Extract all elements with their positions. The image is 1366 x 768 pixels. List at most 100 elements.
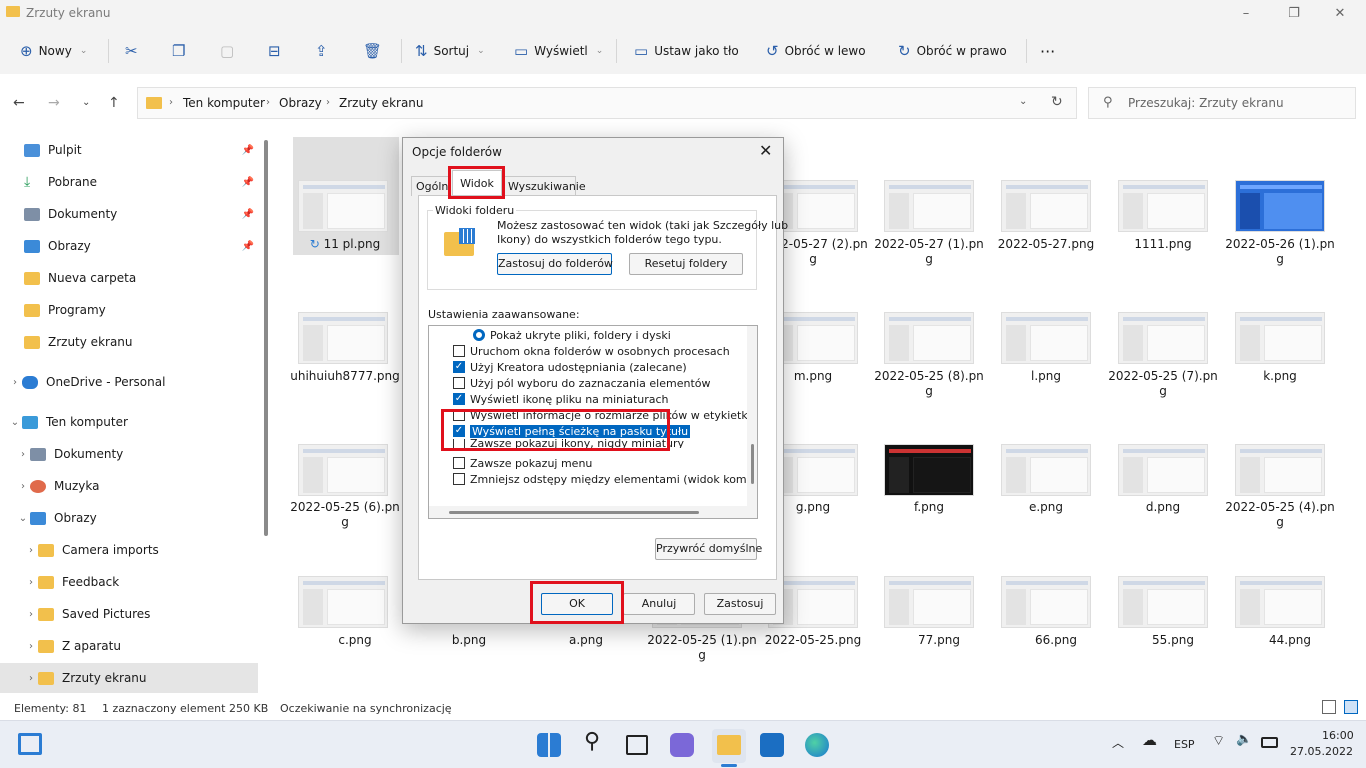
chat-icon[interactable] [670, 733, 694, 757]
tray-overflow-button[interactable]: ︿ [1112, 734, 1124, 751]
file-thumbnail[interactable] [1235, 444, 1325, 496]
set-background-button[interactable]: ▭ Ustaw jako tło [634, 28, 739, 74]
minimize-button[interactable]: – [1231, 4, 1261, 24]
sidebar-item-dokumenty[interactable]: Dokumenty 📌 [0, 199, 258, 229]
sidebar-item-ten-komputer[interactable]: ⌄ Ten komputer [0, 407, 258, 437]
sidebar-scrollbar[interactable] [264, 140, 268, 536]
language-indicator[interactable]: ESP [1174, 738, 1195, 751]
option-separate-process[interactable]: Uruchom okna folderów w osobnych procesa… [429, 343, 730, 359]
sidebar-item-saved-pictures[interactable]: › Saved Pictures [0, 599, 258, 629]
option-show-hidden[interactable]: Pokaż ukryte pliki, foldery i dyski [429, 327, 671, 343]
copy-button[interactable]: ❐ [172, 28, 185, 74]
tiles-view-button[interactable] [1344, 700, 1358, 714]
file-thumbnail[interactable] [884, 180, 974, 232]
edge-icon[interactable] [805, 733, 829, 757]
file-thumbnail[interactable] [884, 444, 974, 496]
delete-button[interactable]: 🗑 [363, 28, 382, 74]
checkbox-checked[interactable]: ✓ [453, 361, 465, 373]
new-button[interactable]: ⊕ Nowy ⌄ [20, 28, 87, 74]
dialog-close-button[interactable]: ✕ [759, 141, 772, 160]
speaker-muted-icon[interactable]: 🔈 [1236, 732, 1252, 747]
onedrive-icon[interactable]: ☁ [1142, 731, 1157, 749]
maximize-button[interactable]: ❐ [1279, 4, 1309, 24]
widgets-icon[interactable] [18, 733, 42, 755]
details-view-button[interactable] [1322, 700, 1336, 714]
sidebar-item-z-aparatu[interactable]: › Z aparatu [0, 631, 258, 661]
radio-selected[interactable] [473, 329, 485, 341]
file-thumbnail[interactable] [1118, 312, 1208, 364]
tab-general[interactable]: Ogólne [411, 176, 451, 196]
task-view-icon[interactable] [626, 735, 648, 755]
up-button[interactable]: ↑ [108, 95, 120, 111]
back-button[interactable]: ← [13, 95, 25, 111]
checkbox[interactable] [453, 345, 465, 357]
view-button[interactable]: ▭ Wyświetl ⌄ [514, 28, 603, 74]
file-thumbnail[interactable] [298, 576, 388, 628]
option-checkboxes[interactable]: Użyj pól wyboru do zaznaczania elementów [429, 375, 711, 391]
breadcrumb-ten-komputer[interactable]: Ten komputer [183, 96, 265, 110]
reset-folders-button[interactable]: Resetuj foldery [629, 253, 743, 275]
forward-button[interactable]: → [48, 95, 60, 111]
cancel-button[interactable]: Anuluj [623, 593, 695, 615]
clock-time[interactable]: 16:00 [1322, 729, 1354, 742]
checkbox[interactable] [453, 473, 465, 485]
breadcrumb-zrzuty-ekranu[interactable]: Zrzuty ekranu [339, 96, 424, 110]
clock-date[interactable]: 27.05.2022 [1290, 745, 1353, 758]
option-sharing-wizard[interactable]: ✓ Użyj Kreatora udostępniania (zalecane) [429, 359, 687, 375]
refresh-button[interactable]: ↻ [1051, 94, 1063, 110]
file-thumbnail[interactable] [1001, 312, 1091, 364]
option-file-icon-thumbnails[interactable]: ✓ Wyświetl ikonę pliku na miniaturach [429, 391, 669, 407]
file-thumbnail[interactable] [1235, 180, 1325, 232]
sidebar-item-zrzuty-ekranu[interactable]: › Zrzuty ekranu [0, 663, 258, 693]
apply-button[interactable]: Zastosuj [704, 593, 776, 615]
list-horizontal-scrollbar[interactable] [429, 506, 747, 518]
file-thumbnail[interactable] [1001, 576, 1091, 628]
sidebar-item-programy[interactable]: Programy [0, 295, 258, 325]
paste-button[interactable]: ▢ [220, 28, 234, 74]
list-vertical-scrollbar[interactable] [747, 326, 757, 518]
sidebar-item-onedrive[interactable]: › OneDrive - Personal [0, 367, 258, 397]
checkbox[interactable] [453, 457, 465, 469]
store-icon[interactable] [760, 733, 784, 757]
wifi-icon[interactable]: ⌔ [1212, 732, 1225, 750]
sidebar-item-zrzuty-ekranu-quick[interactable]: Zrzuty ekranu [0, 327, 258, 357]
rotate-left-button[interactable]: ↺ Obróć w lewo [766, 28, 866, 74]
file-thumbnail[interactable] [1001, 444, 1091, 496]
file-thumbnail[interactable] [1235, 576, 1325, 628]
file-thumbnail[interactable] [298, 444, 388, 496]
sidebar-item-nueva-carpeta[interactable]: Nueva carpeta [0, 263, 258, 293]
sidebar-item-pobrane[interactable]: ⤓ Pobrane 📌 [0, 167, 258, 197]
option-always-menu[interactable]: Zawsze pokazuj menu [429, 455, 592, 471]
sidebar-item-obrazy-pc[interactable]: ⌄ Obrazy [0, 503, 258, 533]
more-button[interactable]: ··· [1040, 28, 1055, 74]
rename-button[interactable]: ⊟ [268, 28, 281, 74]
address-box[interactable] [137, 87, 1077, 119]
address-dropdown-button[interactable]: ⌄ [1019, 96, 1027, 107]
file-thumbnail[interactable] [1118, 180, 1208, 232]
option-compact-view[interactable]: Zmniejsz odstępy między elementami (wido… [429, 471, 757, 487]
apply-to-folders-button[interactable]: Zastosuj do folderów [497, 253, 613, 275]
file-thumbnail[interactable] [298, 180, 388, 232]
restore-defaults-button[interactable]: Przywróć domyślne [655, 538, 762, 560]
share-button[interactable]: ⇪ [315, 28, 328, 74]
file-thumbnail[interactable] [1001, 180, 1091, 232]
close-button[interactable]: ✕ [1325, 4, 1355, 24]
sort-button[interactable]: ⇅ Sortuj ⌄ [415, 28, 485, 74]
file-thumbnail[interactable] [298, 312, 388, 364]
file-thumbnail[interactable] [884, 576, 974, 628]
rotate-right-button[interactable]: ↻ Obróć w prawo [898, 28, 1007, 74]
sidebar-item-camera-imports[interactable]: › Camera imports [0, 535, 258, 565]
checkbox[interactable] [453, 377, 465, 389]
recent-button[interactable]: ⌄ [82, 97, 90, 108]
search-icon[interactable]: ⚲ [584, 729, 600, 754]
tab-search[interactable]: Wyszukiwanie [503, 176, 586, 196]
search-input[interactable]: Przeszukaj: Zrzuty ekranu [1128, 96, 1284, 110]
sidebar-item-obrazy[interactable]: Obrazy 📌 [0, 231, 258, 261]
sidebar-item-pulpit[interactable]: Pulpit 📌 [0, 135, 258, 165]
file-thumbnail[interactable] [1118, 576, 1208, 628]
start-icon[interactable] [537, 733, 561, 757]
file-thumbnail[interactable] [1118, 444, 1208, 496]
cut-button[interactable]: ✂ [125, 28, 138, 74]
checkbox-checked[interactable]: ✓ [453, 393, 465, 405]
sidebar-item-muzyka[interactable]: › Muzyka [0, 471, 258, 501]
